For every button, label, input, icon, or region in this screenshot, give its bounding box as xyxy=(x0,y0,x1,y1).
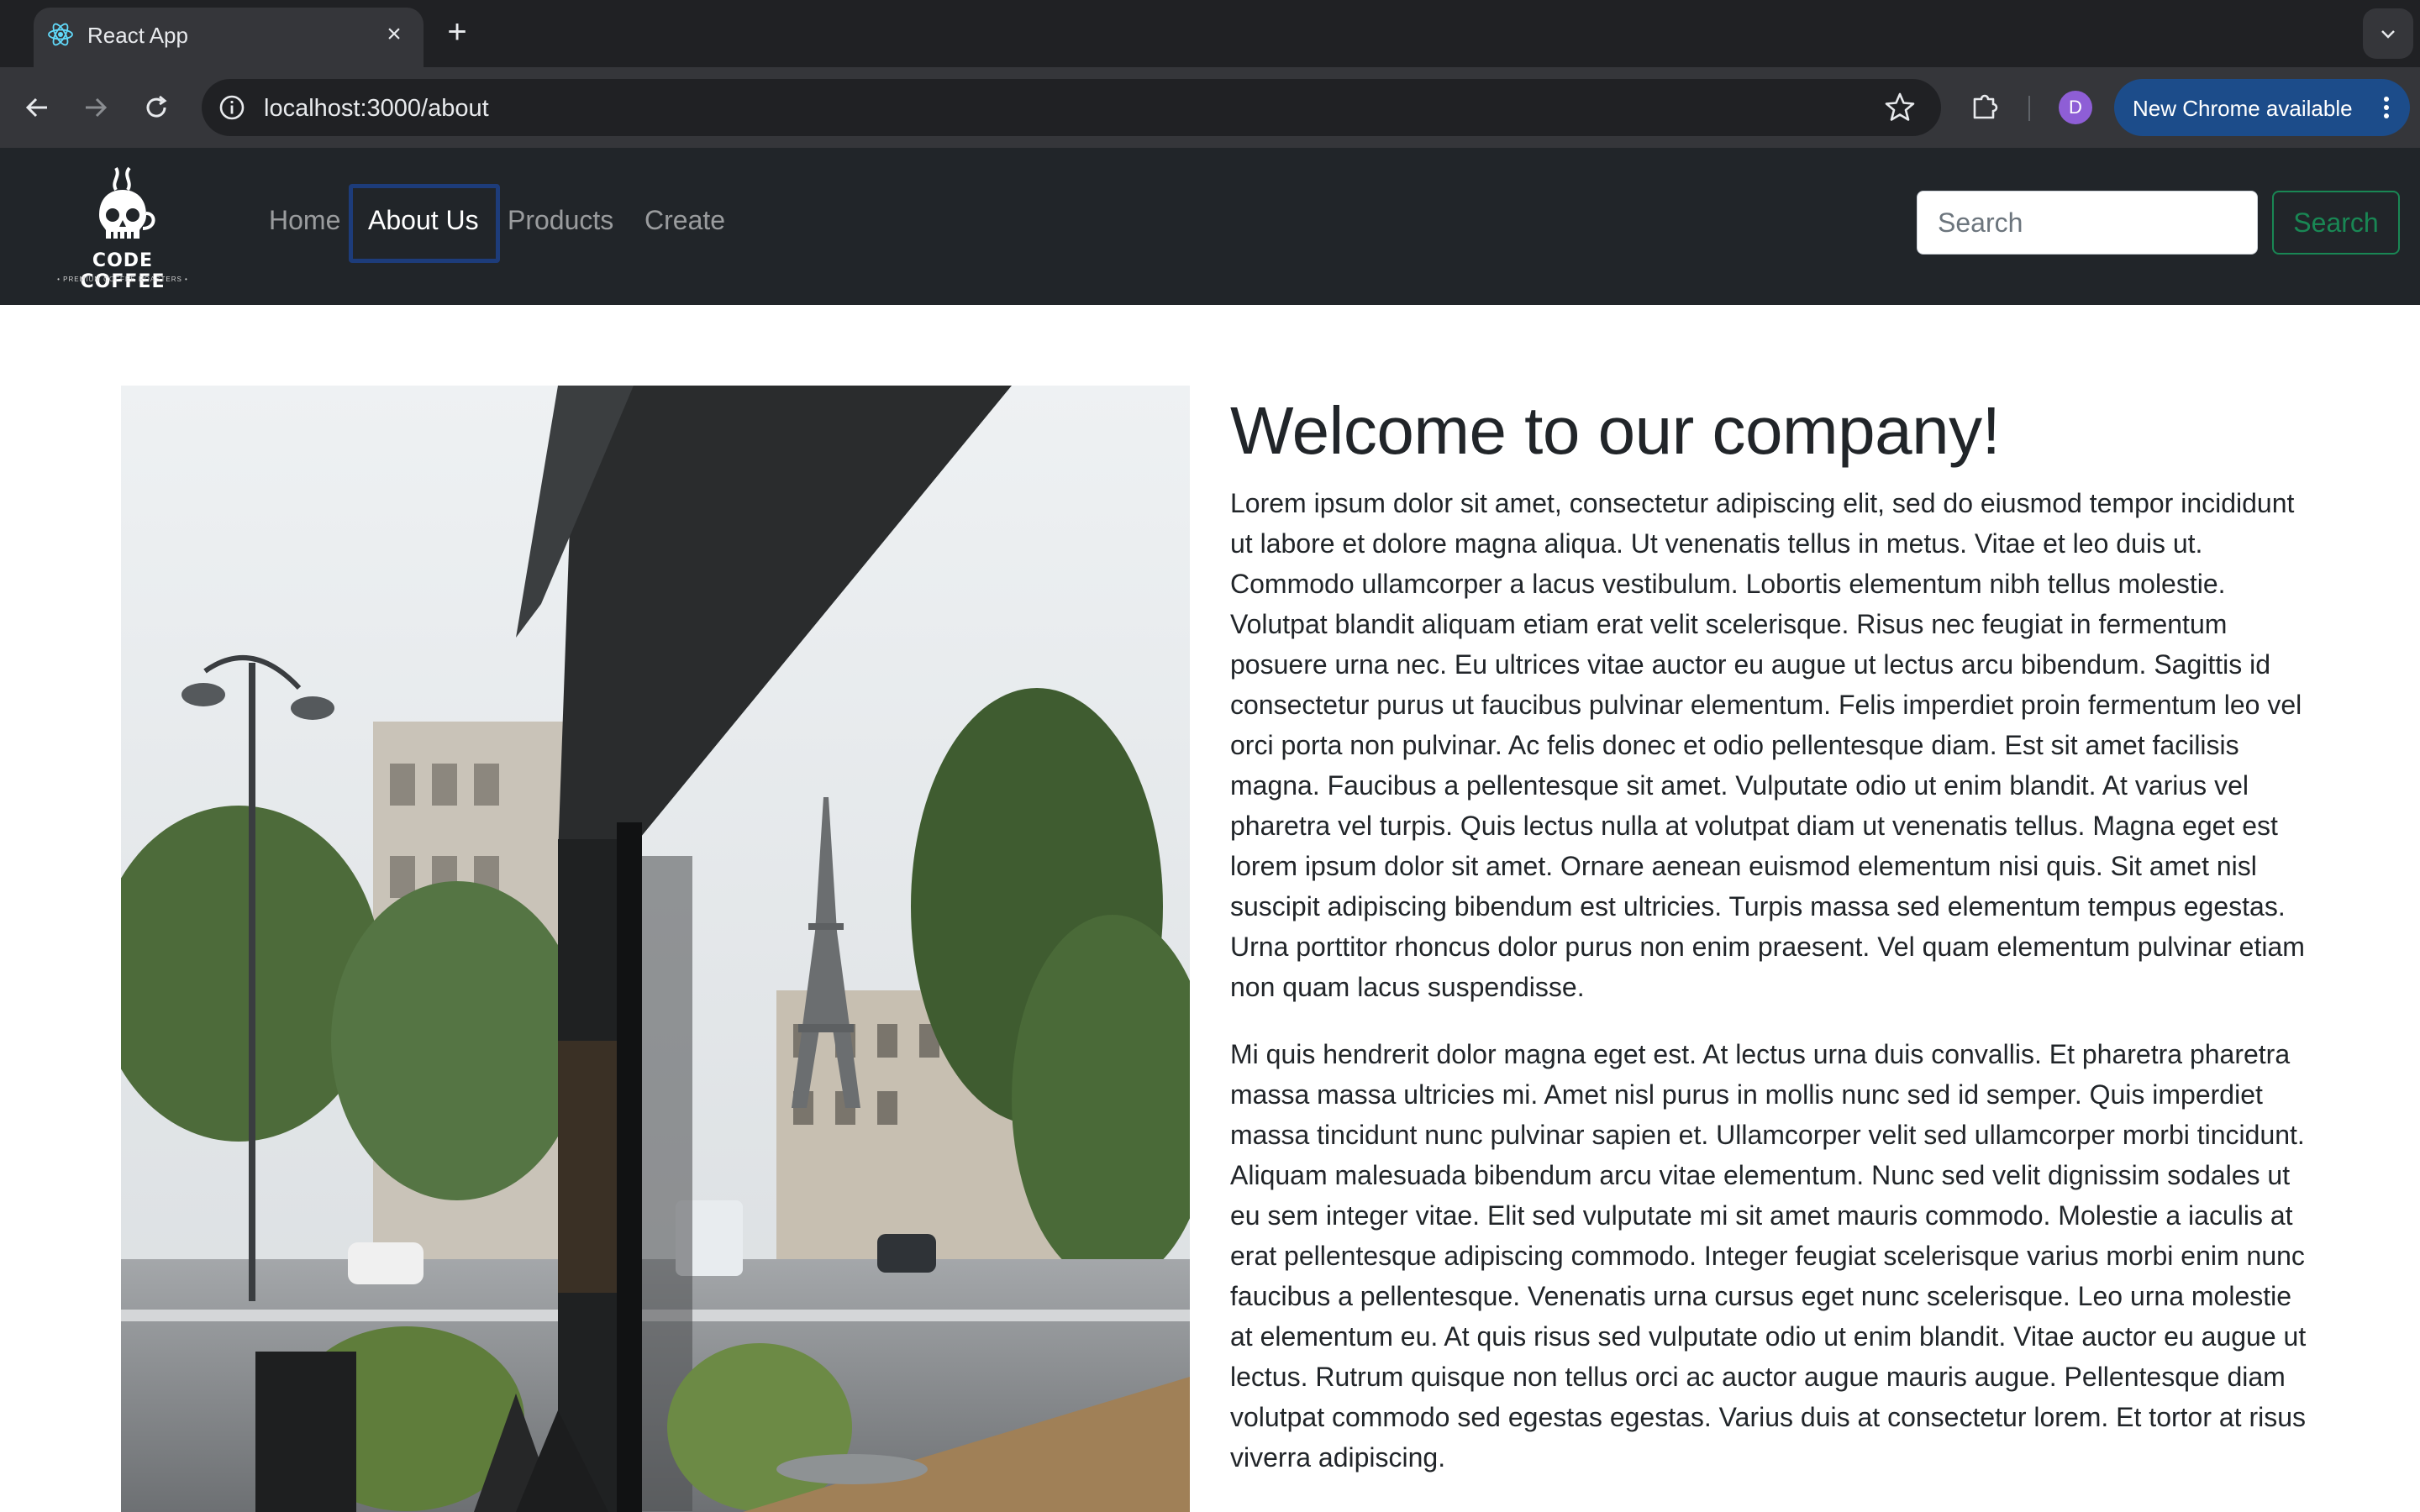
forward-button[interactable] xyxy=(74,86,118,129)
about-content: Welcome to our company! Lorem ipsum dolo… xyxy=(1230,386,2314,1478)
extensions-puzzle-icon[interactable] xyxy=(1965,86,2007,128)
bookmark-star-icon[interactable] xyxy=(1879,87,1921,129)
search-button[interactable]: Search xyxy=(2272,191,2400,255)
nav-link-home[interactable]: Home xyxy=(269,205,340,236)
skull-logo-icon xyxy=(99,166,155,239)
about-hero-image xyxy=(121,386,1190,1512)
search-input[interactable] xyxy=(1917,191,2258,255)
browser-tab-strip: React App × + xyxy=(0,0,2420,67)
reload-button[interactable] xyxy=(134,86,178,129)
browser-toolbar: localhost:3000/about D New Chrome availa… xyxy=(0,67,2420,148)
nav-link-products[interactable]: Products xyxy=(508,205,613,236)
url-text: localhost:3000/about xyxy=(264,95,489,122)
reload-icon xyxy=(146,95,167,118)
close-tab-icon[interactable]: × xyxy=(378,18,410,50)
paris-street-photo xyxy=(121,386,1190,1512)
site-navbar: CODE COFFEE • PREMIUM COFFEE ROASTERS • … xyxy=(0,148,2420,305)
more-vertical-icon xyxy=(2384,97,2389,118)
arrow-right-icon xyxy=(86,97,108,118)
tab-search-button[interactable] xyxy=(2363,8,2413,59)
new-tab-icon[interactable]: + xyxy=(439,15,476,52)
nav-link-create[interactable]: Create xyxy=(644,205,725,236)
toolbar-divider xyxy=(2028,96,2030,121)
brand-name: CODE COFFEE xyxy=(80,250,166,292)
chevron-down-icon xyxy=(2381,30,2395,39)
new-chrome-available-button[interactable]: New Chrome available xyxy=(2114,79,2410,136)
profile-avatar[interactable]: D xyxy=(2059,91,2092,124)
update-label: New Chrome available xyxy=(2133,96,2353,121)
react-atom-icon xyxy=(48,23,73,46)
about-paragraph: Mi quis hendrerit dolor magna eget est. … xyxy=(1230,1039,2307,1473)
tab-title: React App xyxy=(87,23,188,48)
brand-logo[interactable]: CODE COFFEE • PREMIUM COFFEE ROASTERS • xyxy=(47,165,198,292)
page-title: Welcome to our company! xyxy=(1230,393,2001,468)
address-bar[interactable]: localhost:3000/about xyxy=(202,79,1941,136)
nav-link-about-us[interactable]: About Us xyxy=(368,205,479,236)
site-info-icon[interactable] xyxy=(215,91,249,124)
brand-tagline: • PREMIUM COFFEE ROASTERS • xyxy=(57,276,188,283)
browser-tab[interactable]: React App × xyxy=(34,8,424,67)
about-paragraph: Lorem ipsum dolor sit amet, consectetur … xyxy=(1230,488,2305,1002)
arrow-left-icon xyxy=(25,97,47,118)
back-button[interactable] xyxy=(15,86,59,129)
